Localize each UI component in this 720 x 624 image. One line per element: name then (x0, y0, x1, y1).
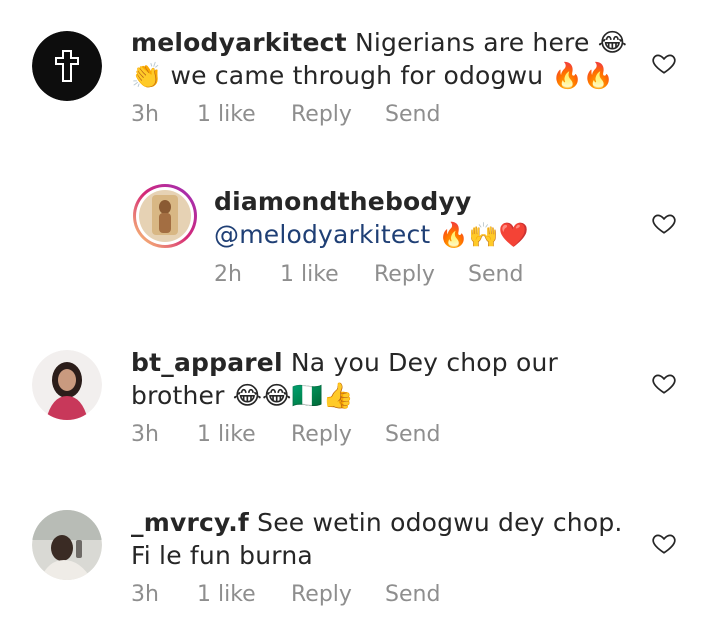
comment-message: Nigerians are here 😂 (354, 28, 628, 57)
send-button[interactable]: Send (385, 102, 440, 127)
username[interactable]: diamondthebodyy (214, 185, 529, 218)
timestamp: 3h (131, 582, 159, 607)
comment-meta: 2h 1 like Reply Send (214, 262, 529, 287)
avatar[interactable] (32, 31, 102, 101)
comment-message-line2: brother 😂😂🇳🇬👍 (131, 381, 355, 410)
comment-meta: 3h 1 like Reply Send (131, 582, 623, 607)
heart-outline-icon[interactable] (651, 370, 677, 396)
avatar[interactable] (32, 510, 102, 580)
heart-outline-icon[interactable] (651, 530, 677, 556)
timestamp: 2h (214, 262, 242, 287)
comment-text: bt_apparel Na you Dey chop our (131, 346, 558, 379)
likes-count[interactable]: 1 like (280, 262, 374, 287)
likes-count[interactable]: 1 like (197, 102, 291, 127)
avatar[interactable] (32, 350, 102, 420)
comment-message: See wetin odogwu dey chop. (257, 508, 623, 537)
emoji-text: 🔥🙌❤️ (438, 221, 529, 249)
reply-button[interactable]: Reply (291, 422, 385, 447)
avatar[interactable] (132, 183, 198, 249)
heart-outline-icon[interactable] (651, 50, 677, 76)
username[interactable]: melodyarkitect (131, 28, 347, 57)
heart-outline-icon[interactable] (651, 210, 677, 236)
mention-link[interactable]: @melodyarkitect (214, 220, 430, 249)
timestamp: 3h (131, 102, 159, 127)
reply-button[interactable]: Reply (291, 582, 385, 607)
send-button[interactable]: Send (468, 262, 523, 287)
comment-meta: 3h 1 like Reply Send (131, 422, 558, 447)
comment-message: Na you Dey chop our (290, 348, 559, 377)
comment-text: _mvrcy.f See wetin odogwu dey chop. (131, 506, 623, 539)
comment-message-line2: Fi le fun burna (131, 541, 313, 570)
comment-message-line2: 👏 we came through for odogwu 🔥🔥 (131, 61, 615, 90)
likes-count[interactable]: 1 like (197, 582, 291, 607)
likes-count[interactable]: 1 like (197, 422, 291, 447)
timestamp: 3h (131, 422, 159, 447)
comment-meta: 3h 1 like Reply Send (131, 102, 627, 127)
comment-message: @melodyarkitect 🔥🙌❤️ (214, 218, 529, 252)
username[interactable]: _mvrcy.f (131, 508, 249, 537)
send-button[interactable]: Send (385, 422, 440, 447)
username[interactable]: bt_apparel (131, 348, 283, 377)
reply-button[interactable]: Reply (374, 262, 468, 287)
comment-text: melodyarkitect Nigerians are here 😂 (131, 26, 627, 59)
reply-button[interactable]: Reply (291, 102, 385, 127)
send-button[interactable]: Send (385, 582, 440, 607)
